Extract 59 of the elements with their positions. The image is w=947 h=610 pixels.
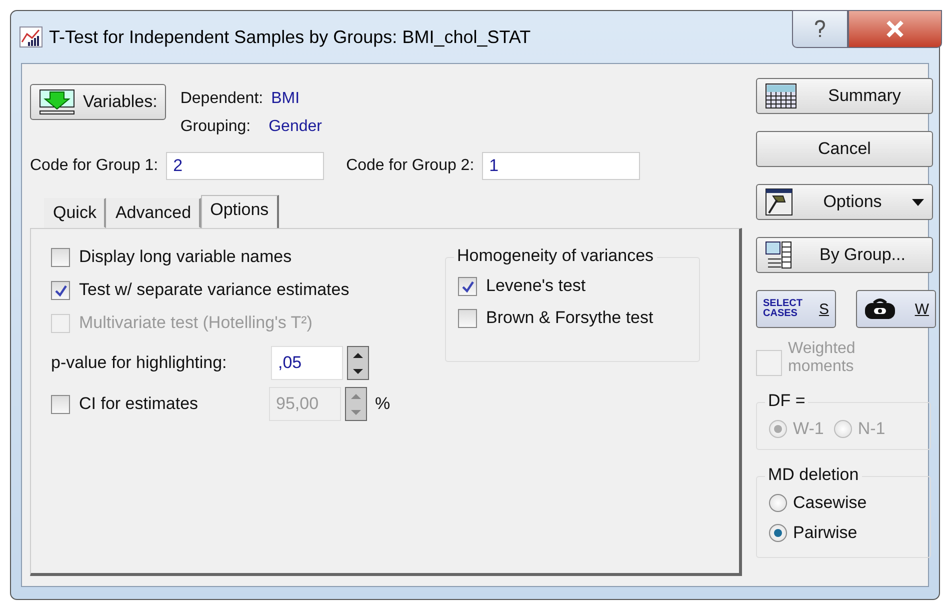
up-arrow-icon	[350, 392, 362, 400]
dialog-button[interactable]: Options	[756, 184, 933, 220]
field-label: Code for Group 2:	[346, 157, 474, 175]
check-icon	[52, 282, 68, 298]
checkbox[interactable]	[51, 248, 70, 266]
spin-button[interactable]	[347, 346, 369, 380]
select-cases-button[interactable]: SELECT CASES S	[756, 290, 836, 328]
weight-button[interactable]: W	[856, 290, 936, 328]
checkbox-label: Test w/ separate variance estimates	[79, 280, 350, 300]
table-icon	[765, 241, 793, 269]
radio-label: Pairwise	[793, 523, 858, 543]
variable-name: BMI	[271, 90, 300, 108]
question-mark-icon	[813, 19, 827, 39]
dialog-button[interactable]: Summary	[756, 78, 933, 114]
close-button[interactable]	[848, 10, 942, 48]
help-button[interactable]	[792, 10, 848, 48]
window-title: T-Test for Independent Samples by Groups: BMI_chol_STAT	[49, 26, 531, 48]
checkbox[interactable]	[458, 276, 477, 296]
tab[interactable]: Options	[201, 195, 279, 228]
field-label: Dependent:	[180, 90, 264, 108]
close-icon	[885, 20, 905, 38]
up-arrow-icon	[352, 352, 364, 358]
group-title: Homogeneity of variances	[454, 246, 657, 266]
radio-label: Casewise	[793, 493, 867, 513]
unit-label: %	[375, 394, 390, 414]
variables-button[interactable]: Variables:	[30, 84, 166, 120]
input-field[interactable]: 2	[166, 152, 324, 180]
down-arrow-icon	[350, 408, 362, 416]
checkbox-label: Weighted moments	[788, 340, 856, 376]
field-label: p-value for highlighting:	[51, 353, 228, 373]
checkbox-label: Multivariate test (Hotelling's T²)	[79, 313, 312, 333]
down-arrow-icon	[352, 368, 364, 374]
radio-label: N-1	[858, 419, 886, 439]
input-field[interactable]: ,05	[271, 346, 343, 380]
checkbox-label: Display long variable names	[79, 247, 292, 267]
tab[interactable]: Advanced	[106, 198, 202, 228]
tab[interactable]: Quick	[44, 198, 106, 228]
dialog-button[interactable]: By Group...	[756, 237, 933, 273]
chart-icon	[19, 26, 43, 48]
checkbox[interactable]	[458, 308, 477, 328]
radio-button[interactable]	[769, 524, 787, 542]
spreadsheet-icon	[765, 83, 797, 109]
hammer-icon	[765, 188, 793, 216]
download-icon	[39, 89, 75, 115]
input-field[interactable]: 1	[482, 152, 640, 180]
dialog-button[interactable]: Cancel	[756, 131, 933, 167]
checkbox-label: Levene's test	[486, 276, 586, 296]
radio-button[interactable]	[769, 494, 787, 512]
dropdown-arrow-icon	[912, 198, 924, 206]
weight-icon	[863, 297, 897, 321]
field-label: Code for Group 1:	[30, 157, 158, 175]
checkbox-label: CI for estimates	[79, 394, 198, 414]
input-field: 95,00	[269, 387, 341, 421]
variable-name: Gender	[268, 118, 322, 136]
checkbox[interactable]	[51, 280, 70, 300]
field-label: Grouping:	[180, 118, 251, 136]
checkbox-label: Brown & Forsythe test	[486, 308, 654, 328]
radio-label: W-1	[793, 419, 824, 439]
check-icon	[460, 278, 476, 294]
